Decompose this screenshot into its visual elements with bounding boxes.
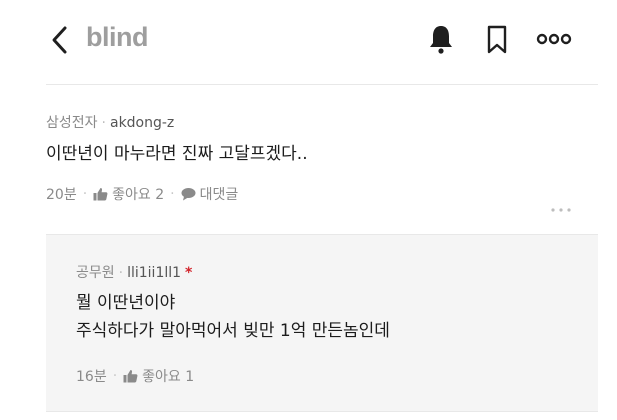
comment-more-button[interactable] <box>550 199 572 212</box>
company-name: 삼성전자 <box>46 115 98 131</box>
comment-body: 뭘 이딴년이야 주식하다가 말아먹어서 빚만 1억 만든놈인데 <box>76 289 390 345</box>
comment-item: 삼성전자 · akdong-z 이딴년이 마누라면 진짜 고달프겠다.. 20분 ·… <box>0 86 617 234</box>
action-separator: · <box>170 186 175 202</box>
more-dots-icon <box>536 33 572 45</box>
comment-line: 이딴년이 마누라면 진짜 고달프겠다.. <box>46 144 308 164</box>
author-badge: * <box>185 265 193 281</box>
thumbs-up-icon <box>123 370 138 383</box>
company-name: 공무원 <box>76 265 115 281</box>
like-label: 좋아요 1 <box>142 369 195 385</box>
brand-logo: blind <box>86 22 148 52</box>
meta-separator: · <box>101 115 106 131</box>
more-options-button[interactable] <box>536 30 572 48</box>
bottom-divider <box>46 411 598 412</box>
comment-actions: 16분 · 좋아요 1 <box>76 366 194 386</box>
comment-meta: 삼성전자 · akdong-z <box>46 112 174 132</box>
reply-button[interactable]: 대댓글 <box>181 184 239 204</box>
reply-item: 공무원 · lli1ii1ll1 * 뭘 이딴년이야 주식하다가 말아먹어서 빚만 1… <box>46 235 598 411</box>
more-dots-icon <box>551 208 571 212</box>
username[interactable]: lli1ii1ll1 <box>127 265 181 281</box>
comment-line: 주식하다가 말아먹어서 빚만 1억 만든놈인데 <box>76 321 390 341</box>
like-label: 좋아요 2 <box>112 187 165 203</box>
comment-meta: 공무원 · lli1ii1ll1 * <box>76 262 192 282</box>
bookmark-icon <box>487 25 507 54</box>
comment-body: 이딴년이 마누라면 진짜 고달프겠다.. <box>46 140 308 168</box>
header-divider <box>46 84 598 85</box>
action-separator: · <box>112 368 118 384</box>
thumbs-up-icon <box>93 188 108 201</box>
top-bar: blind <box>0 0 617 84</box>
back-button[interactable] <box>46 24 74 56</box>
comment-actions: 20분 · 좋아요 2 · 대댓글 <box>46 184 238 204</box>
meta-separator: · <box>118 265 124 281</box>
bookmark-button[interactable] <box>484 24 510 56</box>
reply-label: 대댓글 <box>199 187 239 203</box>
like-button[interactable]: 좋아요 1 <box>123 366 194 386</box>
bell-icon <box>430 26 452 54</box>
username[interactable]: akdong-z <box>110 115 174 131</box>
comment-time: 16분 <box>76 369 107 385</box>
notification-button[interactable] <box>427 24 455 54</box>
action-separator: · <box>82 186 88 202</box>
speech-bubble-icon <box>181 188 196 201</box>
chevron-left-icon <box>52 26 67 54</box>
like-button[interactable]: 좋아요 2 <box>93 184 164 204</box>
comment-time: 20분 <box>46 187 77 203</box>
comment-line: 뭘 이딴년이야 <box>76 293 176 313</box>
